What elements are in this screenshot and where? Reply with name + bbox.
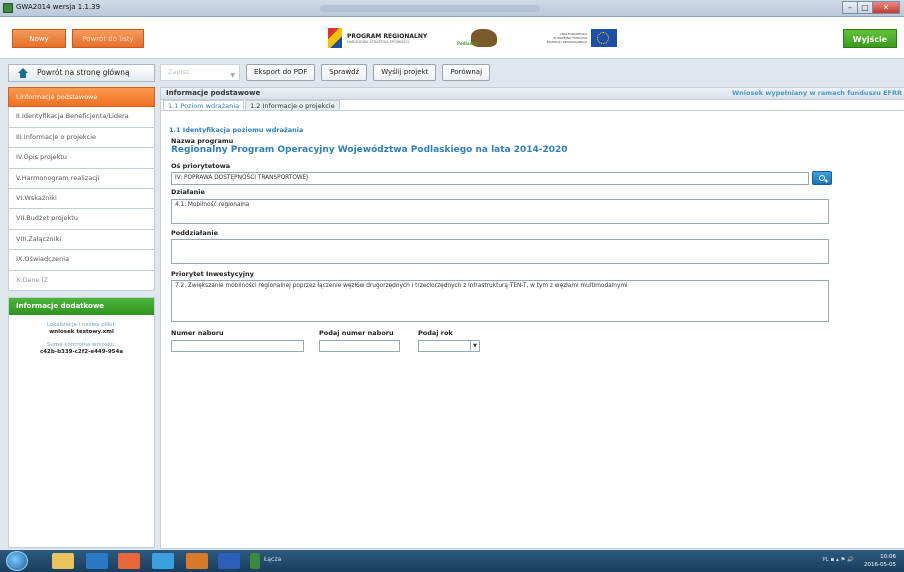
sidebar-item-statements[interactable]: IX.Oświadczenia — [8, 250, 155, 271]
page-title: Informacje podstawowe — [166, 89, 261, 97]
chevron-down-icon: ▼ — [470, 341, 479, 351]
investment-priority-label: Priorytet Inwestycyjny — [171, 270, 254, 278]
save-button[interactable]: Zapisz ▼ — [160, 64, 240, 81]
maximize-button[interactable]: □ — [857, 1, 873, 14]
eu-flag-icon — [591, 29, 617, 47]
program-value: Regionalny Program Operacyjny Województw… — [171, 145, 568, 155]
podlaskie-logo: Podlaskie — [457, 27, 507, 49]
checksum-value: c42b-b339-c2f2-e449-954a — [39, 349, 124, 355]
call-number-field[interactable] — [171, 340, 304, 352]
logos-strip: PROGRAM REGIONALNY NARODOWA STRATEGIA SP… — [328, 25, 617, 51]
new-button[interactable]: Nowy — [12, 29, 66, 48]
close-button[interactable]: ✕ — [872, 1, 900, 14]
window-titlebar: GWA2014 wersja 1.1.39 – □ ✕ — [0, 0, 904, 17]
program-label: Nazwa programu — [171, 137, 234, 145]
action-label: Działanie — [171, 188, 205, 196]
sidebar-item-budget[interactable]: VII.Budżet projektu — [8, 209, 155, 230]
send-project-button[interactable]: Wyślij projekt — [373, 64, 437, 81]
app-icon-2[interactable] — [186, 553, 208, 569]
file-location-label: Lokalizacja i nazwa pliku: — [46, 322, 117, 328]
window-title: GWA2014 wersja 1.1.39 — [16, 3, 101, 11]
sidebar-item-attachments[interactable]: VIII.Załączniki — [8, 229, 155, 251]
sidebar-nav: I.Informacje podstawowe II.Identyfikacja… — [8, 87, 155, 291]
sidebar-item-indicators[interactable]: VI.Wskaźniki — [8, 188, 155, 210]
home-button-label: Powrót na stronę główną — [37, 68, 130, 77]
priority-axis-search-button[interactable] — [812, 171, 832, 185]
browser-icon[interactable] — [152, 553, 174, 569]
outlook-icon[interactable] — [86, 553, 108, 569]
links-label: Łącza — [264, 556, 282, 563]
export-pdf-button[interactable]: Eksport do PDF — [246, 64, 316, 81]
file-location-value: wniosek testowy.xml — [49, 329, 114, 335]
sidebar-item-iz-data[interactable]: X.Dane IZ — [8, 270, 155, 291]
start-button[interactable] — [6, 551, 28, 571]
subaction-field[interactable] — [171, 239, 829, 264]
sidebar-item-beneficiary[interactable]: II.Identyfikacja Beneficjenta/Lidera — [8, 107, 155, 128]
sidebar-item-project-info[interactable]: III.Informacje o projekcie — [8, 127, 155, 149]
compare-button[interactable]: Porównaj — [442, 64, 491, 81]
fund-notice: Wniosek wypełniany w ramach funduszu EFR… — [732, 89, 902, 97]
investment-priority-field[interactable]: 7.2. Zwiększanie mobilności regionalnej … — [171, 280, 829, 322]
year-select[interactable]: ▼ — [418, 340, 480, 352]
call-number-label: Numer naboru — [171, 329, 224, 337]
chevron-down-icon: ▼ — [230, 72, 235, 79]
app-header: Nowy Powrót do listy PROGRAM REGIONALNY … — [0, 17, 904, 59]
sidebar-item-project-description[interactable]: IV.Opis projektu — [8, 148, 155, 169]
priority-axis-field[interactable]: IV: POPRAWA DOSTĘPNOŚCI TRANSPORTOWEJ — [171, 172, 809, 185]
media-player-icon[interactable] — [118, 553, 140, 569]
main-panel: Informacje podstawowe Wniosek wypełniany… — [160, 87, 904, 549]
gwa-app-icon[interactable] — [250, 553, 260, 569]
sidebar-item-basic-info[interactable]: I.Informacje podstawowe — [8, 87, 155, 108]
explorer-icon[interactable] — [52, 553, 74, 569]
checksum-label: Suma kontrolna wniosku: — [46, 342, 117, 348]
taskbar: Łącza PL ▪ ▴ ⚑ 🔊 10:06 2016-05-05 — [0, 550, 904, 572]
tab-implementation-level[interactable]: 1.1 Poziom wdrażania — [163, 100, 245, 110]
word-icon[interactable] — [218, 553, 240, 569]
toolbar: Zapisz ▼ Eksport do PDF Sprawdź Wyślij pr… — [160, 62, 491, 83]
program-logo-text: PROGRAM REGIONALNY NARODOWA STRATEGIA SP… — [347, 32, 428, 44]
year-label: Podaj rok — [418, 329, 453, 337]
back-to-list-button[interactable]: Powrót do listy — [72, 29, 144, 48]
priority-axis-label: Oś priorytetowa — [171, 162, 231, 170]
home-button[interactable]: Powrót na stronę główną — [8, 64, 155, 82]
tab-project-info[interactable]: 1.2 Informacje o projekcie — [245, 100, 340, 110]
tab-bar: 1.1 Poziom wdrażania 1.2 Informacje o pr… — [161, 100, 904, 111]
section-title: 1.1 Identyfikacja poziomu wdrażania — [169, 126, 304, 134]
additional-info-title: Informacje dodatkowe — [9, 298, 154, 315]
check-button[interactable]: Sprawdź — [321, 64, 368, 81]
home-icon — [18, 68, 28, 78]
exit-button[interactable]: Wyjście — [843, 29, 897, 48]
app-icon — [3, 3, 13, 13]
action-field[interactable]: 4.1. Mobilność regionalna — [171, 199, 829, 224]
enter-call-number-label: Podaj numer naboru — [319, 329, 394, 337]
european-funds-logo — [328, 28, 342, 48]
enter-call-number-field[interactable] — [319, 340, 400, 352]
blurred-title-area — [320, 5, 540, 12]
minimize-button[interactable]: – — [842, 1, 858, 14]
main-header: Informacje podstawowe Wniosek wypełniany… — [161, 88, 904, 100]
system-tray-icons[interactable]: PL ▪ ▴ ⚑ 🔊 — [822, 557, 854, 563]
clock[interactable]: 10:06 2016-05-05 — [864, 553, 896, 569]
subaction-label: Poddziałanie — [171, 229, 218, 237]
eu-logo: UNIA EUROPEJSKA EUROPEJSKI FUNDUSZ ROZWO… — [543, 29, 617, 47]
sidebar-item-schedule[interactable]: V.Harmonogram realizacji — [8, 168, 155, 189]
additional-info-panel: Informacje dodatkowe Lokalizacja i nazwa… — [8, 297, 155, 548]
